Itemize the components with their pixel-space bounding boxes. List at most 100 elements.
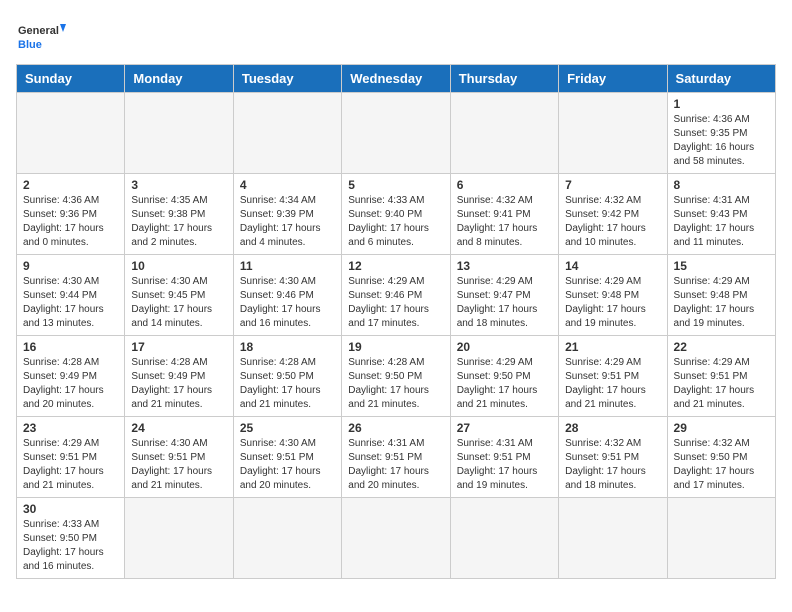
- day-cell-empty: [233, 93, 341, 174]
- day-cell-29: 29 Sunrise: 4:32 AM Sunset: 9:50 PM Dayli…: [667, 417, 775, 498]
- page-header: General Blue: [16, 16, 776, 56]
- day-number: 25: [240, 421, 335, 435]
- day-cell-empty: [125, 93, 233, 174]
- day-cell-empty: [342, 93, 450, 174]
- logo: General Blue: [16, 16, 66, 56]
- calendar-week-1: 1Sunrise: 4:36 AM Sunset: 9:35 PM Daylig…: [17, 93, 776, 174]
- day-cell-16: 16 Sunrise: 4:28 AM Sunset: 9:49 PM Dayli…: [17, 336, 125, 417]
- day-info: Sunrise: 4:34 AM Sunset: 9:39 PM Dayligh…: [240, 194, 335, 250]
- day-number: 22: [674, 340, 769, 354]
- day-info: Sunrise: 4:30 AM Sunset: 9:51 PM Dayligh…: [131, 437, 226, 493]
- day-cell-14: 14Sunrise: 4:29 AM Sunset: 9:48 PM Dayli…: [559, 255, 667, 336]
- day-cell-7: 7 Sunrise: 4:32 AM Sunset: 9:42 PM Daylig…: [559, 174, 667, 255]
- day-cell-19: 19 Sunrise: 4:28 AM Sunset: 9:50 PM Dayli…: [342, 336, 450, 417]
- day-number: 19: [348, 340, 443, 354]
- day-info: Sunrise: 4:31 AM Sunset: 9:43 PM Dayligh…: [674, 194, 769, 250]
- day-number: 7: [565, 178, 660, 192]
- day-info: Sunrise: 4:30 AM Sunset: 9:46 PM Dayligh…: [240, 275, 335, 331]
- day-cell-empty: [450, 498, 558, 579]
- day-number: 28: [565, 421, 660, 435]
- day-cell-4: 4 Sunrise: 4:34 AM Sunset: 9:39 PM Daylig…: [233, 174, 341, 255]
- day-number: 6: [457, 178, 552, 192]
- day-header-friday: Friday: [559, 65, 667, 93]
- calendar-header-row: SundayMondayTuesdayWednesdayThursdayFrid…: [17, 65, 776, 93]
- day-number: 20: [457, 340, 552, 354]
- day-cell-18: 18Sunrise: 4:28 AM Sunset: 9:50 PM Dayli…: [233, 336, 341, 417]
- day-info: Sunrise: 4:32 AM Sunset: 9:41 PM Dayligh…: [457, 194, 552, 250]
- day-info: Sunrise: 4:29 AM Sunset: 9:46 PM Dayligh…: [348, 275, 443, 331]
- day-info: Sunrise: 4:28 AM Sunset: 9:50 PM Dayligh…: [240, 356, 335, 412]
- day-info: Sunrise: 4:30 AM Sunset: 9:44 PM Dayligh…: [23, 275, 118, 331]
- day-info: Sunrise: 4:29 AM Sunset: 9:50 PM Dayligh…: [457, 356, 552, 412]
- day-info: Sunrise: 4:36 AM Sunset: 9:36 PM Dayligh…: [23, 194, 118, 250]
- day-number: 2: [23, 178, 118, 192]
- day-cell-23: 23 Sunrise: 4:29 AM Sunset: 9:51 PM Dayli…: [17, 417, 125, 498]
- day-number: 8: [674, 178, 769, 192]
- day-cell-1: 1Sunrise: 4:36 AM Sunset: 9:35 PM Daylig…: [667, 93, 775, 174]
- day-number: 29: [674, 421, 769, 435]
- day-cell-10: 10Sunrise: 4:30 AM Sunset: 9:45 PM Dayli…: [125, 255, 233, 336]
- day-cell-empty: [450, 93, 558, 174]
- day-cell-30: 30 Sunrise: 4:33 AM Sunset: 9:50 PM Dayli…: [17, 498, 125, 579]
- day-number: 5: [348, 178, 443, 192]
- day-info: Sunrise: 4:32 AM Sunset: 9:42 PM Dayligh…: [565, 194, 660, 250]
- day-number: 11: [240, 259, 335, 273]
- day-info: Sunrise: 4:29 AM Sunset: 9:51 PM Dayligh…: [674, 356, 769, 412]
- day-header-thursday: Thursday: [450, 65, 558, 93]
- day-cell-28: 28 Sunrise: 4:32 AM Sunset: 9:51 PM Dayli…: [559, 417, 667, 498]
- day-number: 1: [674, 97, 769, 111]
- day-info: Sunrise: 4:28 AM Sunset: 9:50 PM Dayligh…: [348, 356, 443, 412]
- day-number: 10: [131, 259, 226, 273]
- svg-text:General: General: [18, 25, 59, 37]
- day-info: Sunrise: 4:29 AM Sunset: 9:48 PM Dayligh…: [674, 275, 769, 331]
- day-cell-26: 26Sunrise: 4:31 AM Sunset: 9:51 PM Dayli…: [342, 417, 450, 498]
- day-cell-empty: [559, 498, 667, 579]
- day-cell-25: 25 Sunrise: 4:30 AM Sunset: 9:51 PM Dayli…: [233, 417, 341, 498]
- day-number: 4: [240, 178, 335, 192]
- day-info: Sunrise: 4:35 AM Sunset: 9:38 PM Dayligh…: [131, 194, 226, 250]
- day-cell-empty: [342, 498, 450, 579]
- day-header-saturday: Saturday: [667, 65, 775, 93]
- day-header-sunday: Sunday: [17, 65, 125, 93]
- day-cell-11: 11 Sunrise: 4:30 AM Sunset: 9:46 PM Dayli…: [233, 255, 341, 336]
- day-cell-empty: [125, 498, 233, 579]
- day-cell-empty: [17, 93, 125, 174]
- day-cell-9: 9Sunrise: 4:30 AM Sunset: 9:44 PM Daylig…: [17, 255, 125, 336]
- day-cell-21: 21 Sunrise: 4:29 AM Sunset: 9:51 PM Dayli…: [559, 336, 667, 417]
- day-info: Sunrise: 4:30 AM Sunset: 9:51 PM Dayligh…: [240, 437, 335, 493]
- calendar-week-6: 30 Sunrise: 4:33 AM Sunset: 9:50 PM Dayli…: [17, 498, 776, 579]
- day-cell-22: 22 Sunrise: 4:29 AM Sunset: 9:51 PM Dayli…: [667, 336, 775, 417]
- day-cell-empty: [233, 498, 341, 579]
- day-cell-6: 6 Sunrise: 4:32 AM Sunset: 9:41 PM Daylig…: [450, 174, 558, 255]
- day-number: 24: [131, 421, 226, 435]
- day-cell-27: 27Sunrise: 4:31 AM Sunset: 9:51 PM Dayli…: [450, 417, 558, 498]
- day-number: 27: [457, 421, 552, 435]
- day-number: 12: [348, 259, 443, 273]
- calendar-week-5: 23 Sunrise: 4:29 AM Sunset: 9:51 PM Dayli…: [17, 417, 776, 498]
- day-info: Sunrise: 4:32 AM Sunset: 9:51 PM Dayligh…: [565, 437, 660, 493]
- day-info: Sunrise: 4:28 AM Sunset: 9:49 PM Dayligh…: [23, 356, 118, 412]
- day-number: 30: [23, 502, 118, 516]
- day-header-monday: Monday: [125, 65, 233, 93]
- calendar-week-3: 9Sunrise: 4:30 AM Sunset: 9:44 PM Daylig…: [17, 255, 776, 336]
- day-number: 21: [565, 340, 660, 354]
- day-number: 13: [457, 259, 552, 273]
- day-info: Sunrise: 4:33 AM Sunset: 9:50 PM Dayligh…: [23, 518, 118, 574]
- day-number: 16: [23, 340, 118, 354]
- day-cell-13: 13 Sunrise: 4:29 AM Sunset: 9:47 PM Dayli…: [450, 255, 558, 336]
- day-number: 23: [23, 421, 118, 435]
- day-cell-20: 20 Sunrise: 4:29 AM Sunset: 9:50 PM Dayli…: [450, 336, 558, 417]
- day-cell-24: 24 Sunrise: 4:30 AM Sunset: 9:51 PM Dayli…: [125, 417, 233, 498]
- day-cell-3: 3 Sunrise: 4:35 AM Sunset: 9:38 PM Daylig…: [125, 174, 233, 255]
- day-info: Sunrise: 4:29 AM Sunset: 9:47 PM Dayligh…: [457, 275, 552, 331]
- day-cell-15: 15Sunrise: 4:29 AM Sunset: 9:48 PM Dayli…: [667, 255, 775, 336]
- calendar-week-2: 2 Sunrise: 4:36 AM Sunset: 9:36 PM Daylig…: [17, 174, 776, 255]
- day-info: Sunrise: 4:32 AM Sunset: 9:50 PM Dayligh…: [674, 437, 769, 493]
- day-number: 3: [131, 178, 226, 192]
- day-header-tuesday: Tuesday: [233, 65, 341, 93]
- day-cell-17: 17Sunrise: 4:28 AM Sunset: 9:49 PM Dayli…: [125, 336, 233, 417]
- day-info: Sunrise: 4:29 AM Sunset: 9:51 PM Dayligh…: [23, 437, 118, 493]
- day-info: Sunrise: 4:29 AM Sunset: 9:51 PM Dayligh…: [565, 356, 660, 412]
- day-info: Sunrise: 4:33 AM Sunset: 9:40 PM Dayligh…: [348, 194, 443, 250]
- day-cell-12: 12 Sunrise: 4:29 AM Sunset: 9:46 PM Dayli…: [342, 255, 450, 336]
